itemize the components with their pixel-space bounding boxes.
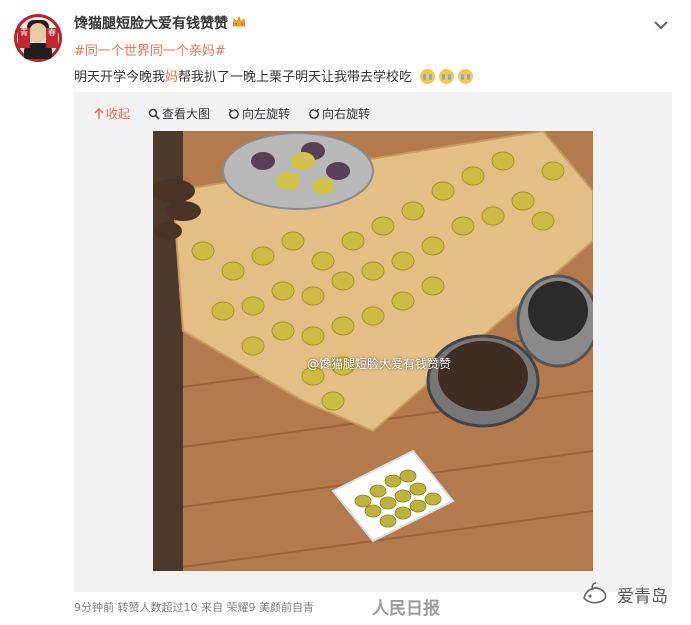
photo-watermark: @馋猫腿短脸大爱有钱赞赞 [307, 357, 452, 371]
post-text-part-2: 帮我扒了一晚上栗子明天让我带去学校吃 [178, 70, 413, 85]
more-chevron-icon[interactable] [650, 14, 672, 36]
chestnut-photo-drawing [151, 129, 600, 572]
post-photo[interactable]: @馋猫腿短脸大爱有钱赞赞 [151, 129, 600, 572]
avatar-tag-left: 青 [18, 28, 30, 48]
collapse-label: 收起 [106, 107, 131, 121]
collapse-button[interactable]: 收起 [94, 105, 130, 122]
media-toolbar: 收起 查看大图 向左旋转 向右旋转 [94, 105, 370, 122]
crying-emoji-icon [420, 69, 436, 84]
rotate-right-label: 向右旋转 [322, 107, 371, 121]
rotate-left-button[interactable]: 向左旋转 [228, 105, 290, 122]
rotate-right-button[interactable]: 向右旋转 [308, 105, 370, 122]
collapse-arrow-icon [94, 107, 104, 119]
post-text-part-1: 明天开学今晚我 [74, 70, 166, 85]
username-link[interactable]: 馋猫腿短脸大爱有钱赞赞 [74, 13, 228, 33]
magnify-icon [148, 108, 160, 120]
post-text: 明天开学今晚我妈帮我扒了一晚上栗子明天让我带去学校吃 [74, 66, 474, 85]
brand-logo-icon [583, 582, 607, 604]
brand-name: 爱青岛 [617, 587, 668, 607]
photo-bowl [222, 132, 374, 210]
view-large-button[interactable]: 查看大图 [148, 105, 210, 122]
crown-icon [232, 16, 246, 27]
rotate-right-icon [309, 108, 320, 119]
crying-emoji-icon [458, 69, 474, 84]
media-panel: 收起 查看大图 向左旋转 向右旋转 @馋猫腿短脸大爱有钱赞赞 [74, 92, 672, 592]
avatar-tag-right: 春 [46, 28, 58, 48]
crying-emoji-icon [439, 69, 455, 84]
photo-cooker-inside [528, 281, 588, 341]
avatar-face [29, 23, 47, 43]
photo-pot-shells [438, 341, 528, 411]
view-large-label: 查看大图 [162, 107, 211, 121]
avatar[interactable]: 青 春 [14, 14, 62, 62]
post-meta: 9分钟前 转赞人数超过10 来自 荣耀9 美颜前自青 [74, 601, 314, 614]
rotate-left-label: 向左旋转 [242, 107, 291, 121]
post-text-highlight: 妈 [165, 70, 179, 85]
source-stamp: 人民日报 [372, 599, 440, 619]
rotate-left-icon [229, 108, 239, 119]
topic-hashtag-link[interactable]: #同一个世界同一个亲妈# [74, 40, 226, 59]
